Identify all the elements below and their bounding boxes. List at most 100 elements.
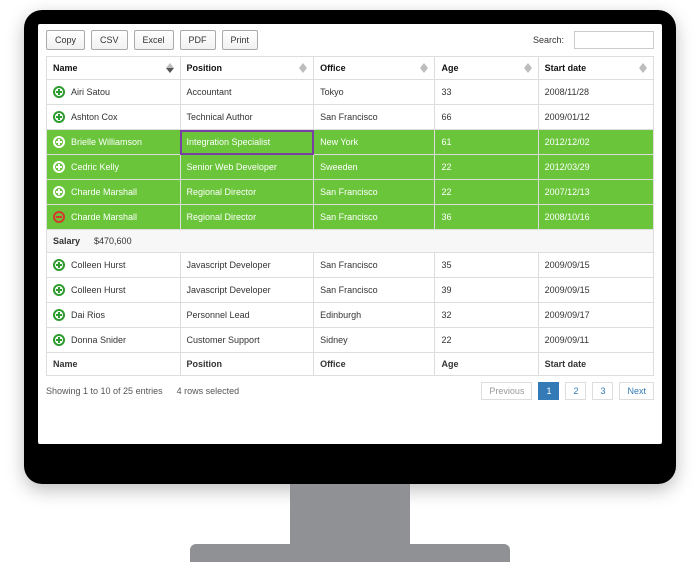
pdf-button[interactable]: PDF xyxy=(180,30,216,50)
cell-position: Javascript Developer xyxy=(180,253,314,278)
cell-office: San Francisco xyxy=(314,278,435,303)
cell-position: Regional Director xyxy=(180,205,314,230)
cell-start-date: 2008/11/28 xyxy=(538,80,653,105)
monitor-neck xyxy=(290,484,410,546)
expand-icon[interactable] xyxy=(53,86,65,98)
cell-age: 33 xyxy=(435,80,538,105)
page-number-1[interactable]: 1 xyxy=(538,382,559,400)
col-footer-start-date: Start date xyxy=(538,353,653,376)
cell-office: Tokyo xyxy=(314,80,435,105)
cell-position: Technical Author xyxy=(180,105,314,130)
row-name: Dai Rios xyxy=(71,310,105,320)
col-header-office[interactable]: Office xyxy=(314,57,435,80)
row-name: Colleen Hurst xyxy=(71,260,126,270)
cell-start-date: 2008/10/16 xyxy=(538,205,653,230)
cell-start-date: 2009/09/11 xyxy=(538,328,653,353)
expand-icon[interactable] xyxy=(53,259,65,271)
cell-name: Charde Marshall xyxy=(47,180,181,205)
row-name: Ashton Cox xyxy=(71,112,118,122)
detail-label: Salary xyxy=(53,236,80,246)
table-row[interactable]: Dai Rios Personnel LeadEdinburgh322009/09… xyxy=(47,303,654,328)
cell-start-date: 2009/09/17 xyxy=(538,303,653,328)
row-name: Airi Satou xyxy=(71,87,110,97)
expand-icon[interactable] xyxy=(53,161,65,173)
search-input[interactable] xyxy=(574,31,654,49)
page-number-2[interactable]: 2 xyxy=(565,382,586,400)
cell-position: Senior Web Developer xyxy=(180,155,314,180)
copy-button[interactable]: Copy xyxy=(46,30,85,50)
cell-age: 22 xyxy=(435,155,538,180)
page-number-3[interactable]: 3 xyxy=(592,382,613,400)
table-row[interactable]: Airi Satou AccountantTokyo332008/11/28 xyxy=(47,80,654,105)
row-name: Cedric Kelly xyxy=(71,162,119,172)
cell-age: 22 xyxy=(435,328,538,353)
col-header-position[interactable]: Position xyxy=(180,57,314,80)
row-name: Charde Marshall xyxy=(71,187,137,197)
expand-icon[interactable] xyxy=(53,284,65,296)
cell-start-date: 2012/12/02 xyxy=(538,130,653,155)
col-footer-position: Position xyxy=(180,353,314,376)
col-header-name[interactable]: Name xyxy=(47,57,181,80)
collapse-icon[interactable] xyxy=(53,211,65,223)
cell-age: 66 xyxy=(435,105,538,130)
cell-name: Ashton Cox xyxy=(47,105,181,130)
cell-name: Colleen Hurst xyxy=(47,253,181,278)
cell-position: Integration Specialist xyxy=(180,130,314,155)
csv-button[interactable]: CSV xyxy=(91,30,128,50)
cell-name: Airi Satou xyxy=(47,80,181,105)
cell-age: 39 xyxy=(435,278,538,303)
expand-icon[interactable] xyxy=(53,111,65,123)
row-name: Brielle Williamson xyxy=(71,137,142,147)
table-row[interactable]: Cedric KellySenior Web DeveloperSweeden2… xyxy=(47,155,654,180)
page-next[interactable]: Next xyxy=(619,382,654,400)
cell-age: 32 xyxy=(435,303,538,328)
cell-office: Sidney xyxy=(314,328,435,353)
search-label: Search: xyxy=(533,35,564,45)
sort-icon xyxy=(166,63,174,73)
cell-name: Brielle Williamson xyxy=(47,130,181,155)
table-row[interactable]: Ashton CoxTechnical AuthorSan Francisco6… xyxy=(47,105,654,130)
table-row[interactable]: Donna SniderCustomer SupportSidney222009… xyxy=(47,328,654,353)
col-header-start-date[interactable]: Start date xyxy=(538,57,653,80)
col-header-age[interactable]: Age xyxy=(435,57,538,80)
cell-position: Accountant xyxy=(180,80,314,105)
table-row[interactable]: Brielle Williamson Integration Specialist… xyxy=(47,130,654,155)
sort-icon xyxy=(639,63,647,73)
cell-start-date: 2009/01/12 xyxy=(538,105,653,130)
row-name: Colleen Hurst xyxy=(71,285,126,295)
cell-start-date: 2009/09/15 xyxy=(538,278,653,303)
cell-office: San Francisco xyxy=(314,180,435,205)
app-screen: Copy CSV Excel PDF Print Search: xyxy=(38,24,662,444)
cell-position: Regional Director xyxy=(180,180,314,205)
cell-office: Edinburgh xyxy=(314,303,435,328)
excel-button[interactable]: Excel xyxy=(134,30,174,50)
cell-age: 61 xyxy=(435,130,538,155)
monitor-base xyxy=(190,544,510,562)
cell-start-date: 2009/09/15 xyxy=(538,253,653,278)
cell-position: Javascript Developer xyxy=(180,278,314,303)
expand-icon[interactable] xyxy=(53,334,65,346)
row-name: Charde Marshall xyxy=(71,212,137,222)
table-row[interactable]: Colleen HurstJavascript DeveloperSan Fra… xyxy=(47,253,654,278)
cell-start-date: 2007/12/13 xyxy=(538,180,653,205)
table-info: Showing 1 to 10 of 25 entries xyxy=(46,386,163,396)
sort-icon xyxy=(299,63,307,73)
col-footer-name: Name xyxy=(47,353,181,376)
cell-office: San Francisco xyxy=(314,205,435,230)
expand-icon[interactable] xyxy=(53,136,65,148)
expand-icon[interactable] xyxy=(53,309,65,321)
print-button[interactable]: Print xyxy=(222,30,259,50)
table-row[interactable]: Charde Marshall Regional DirectorSan Fran… xyxy=(47,205,654,230)
sort-icon xyxy=(420,63,428,73)
cell-position: Personnel Lead xyxy=(180,303,314,328)
cell-name: Charde Marshall xyxy=(47,205,181,230)
cell-start-date: 2012/03/29 xyxy=(538,155,653,180)
row-name: Donna Snider xyxy=(71,335,126,345)
page-prev[interactable]: Previous xyxy=(481,382,532,400)
sort-icon xyxy=(524,63,532,73)
cell-age: 36 xyxy=(435,205,538,230)
monitor-frame: Copy CSV Excel PDF Print Search: xyxy=(24,10,676,484)
expand-icon[interactable] xyxy=(53,186,65,198)
table-row[interactable]: Colleen Hurst Javascript DeveloperSan Fra… xyxy=(47,278,654,303)
table-row[interactable]: Charde Marshall Regional DirectorSan Fran… xyxy=(47,180,654,205)
